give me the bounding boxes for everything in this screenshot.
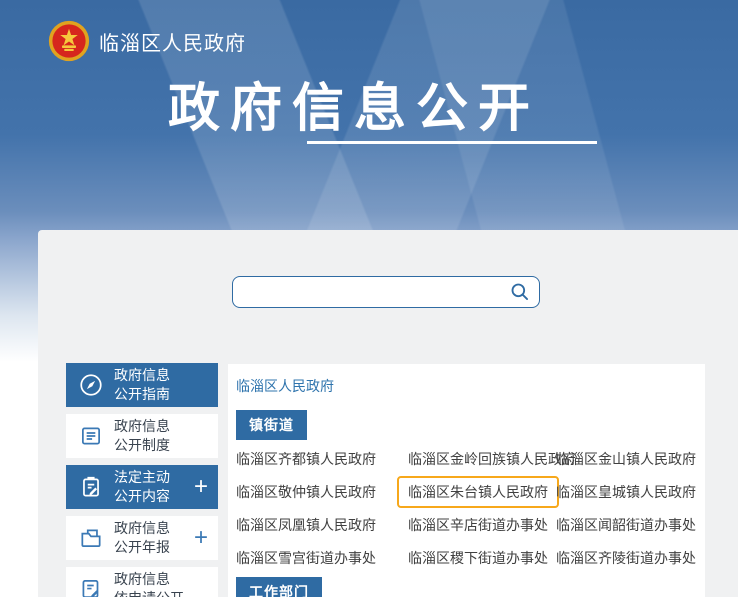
section-title-badge: 工作部门 xyxy=(236,577,322,597)
link-label: 临淄区凤凰镇人民政府 xyxy=(236,515,376,535)
main-panel: 临淄区人民政府 镇街道临淄区齐都镇人民政府 临淄区金岭回族镇人民政府临淄区金山镇人… xyxy=(228,364,705,597)
org-link-item[interactable]: 临淄区闻韶街道办事处 xyxy=(556,508,705,541)
sidebar-item-label: 政府信息公开制度 xyxy=(114,417,170,455)
search-button[interactable] xyxy=(501,277,539,307)
link-label: 临淄区稷下街道办事处 xyxy=(408,548,548,568)
sidebar-item-法定主动公开内容[interactable]: 法定主动公开内容 + xyxy=(66,465,218,509)
sidebar: 政府信息公开指南政府信息公开制度法定主动公开内容+政府信息公开年报+政府信息依申… xyxy=(66,363,218,597)
link-label: 临淄区金岭回族镇人民政府 xyxy=(408,449,576,469)
sidebar-label-line1: 政府信息 xyxy=(114,570,184,589)
title-underline xyxy=(307,141,597,144)
sidebar-item-政府信息公开年报[interactable]: 政府信息公开年报 + xyxy=(66,516,218,560)
highlighted-link: 临淄区朱台镇人民政府 xyxy=(397,476,559,508)
sidebar-label-line2: 公开年报 xyxy=(114,538,170,557)
sidebar-item-政府信息依申请公开[interactable]: 政府信息依申请公开 xyxy=(66,567,218,597)
sidebar-label-line1: 法定主动 xyxy=(114,468,170,487)
org-link-item[interactable]: 临淄区凤凰镇人民政府 xyxy=(236,508,408,541)
site-name: 临淄区人民政府 xyxy=(99,27,246,56)
org-link-item[interactable]: 临淄区敬仲镇人民政府 xyxy=(236,475,408,508)
expand-plus-icon[interactable]: + xyxy=(190,526,208,550)
folder-icon xyxy=(78,525,104,551)
links-grid: 临淄区齐都镇人民政府 临淄区金岭回族镇人民政府临淄区金山镇人民政府临淄区敬仲镇人民… xyxy=(236,442,705,574)
org-link-item[interactable]: 临淄区雪宫街道办事处 xyxy=(236,541,408,574)
compass-icon xyxy=(78,372,104,398)
sidebar-label-line2: 公开内容 xyxy=(114,487,170,506)
sidebar-label-line2: 依申请公开 xyxy=(114,589,184,597)
link-label: 临淄区雪宫街道办事处 xyxy=(236,548,376,568)
site-brand[interactable]: 临淄区人民政府 xyxy=(48,20,246,62)
link-label: 临淄区闻韶街道办事处 xyxy=(556,515,696,535)
sidebar-item-label: 政府信息公开指南 xyxy=(114,366,170,404)
page: 临淄区人民政府 政府信息公开 政府信息公开指南政府信息公开制度法定主动公开内容+… xyxy=(0,0,738,597)
org-link-item[interactable]: 临淄区金山镇人民政府 xyxy=(556,442,705,475)
org-link[interactable]: 临淄区人民政府 xyxy=(236,376,334,396)
link-label: 临淄区皇城镇人民政府 xyxy=(556,482,696,502)
page-title: 政府信息公开 xyxy=(168,66,540,141)
link-label: 临淄区敬仲镇人民政府 xyxy=(236,482,376,502)
sidebar-label-line2: 公开指南 xyxy=(114,385,170,404)
document-list-icon xyxy=(78,423,104,449)
sidebar-item-label: 政府信息依申请公开 xyxy=(114,570,184,597)
link-label: 临淄区辛店街道办事处 xyxy=(408,515,548,535)
document-pen-icon xyxy=(78,576,104,597)
sidebar-item-label: 法定主动公开内容 xyxy=(114,468,170,506)
clipboard-pen-icon xyxy=(78,474,104,500)
org-link-item[interactable]: 临淄区皇城镇人民政府 xyxy=(556,475,705,508)
national-emblem-icon xyxy=(48,20,90,62)
sidebar-label-line1: 政府信息 xyxy=(114,366,170,385)
sections-container: 镇街道临淄区齐都镇人民政府 临淄区金岭回族镇人民政府临淄区金山镇人民政府临淄区敬仲… xyxy=(236,396,705,597)
link-label: 临淄区金山镇人民政府 xyxy=(556,449,696,469)
search-box xyxy=(232,276,540,308)
sidebar-item-label: 政府信息公开年报 xyxy=(114,519,170,557)
sidebar-label-line1: 政府信息 xyxy=(114,417,170,436)
org-link-item[interactable]: 临淄区齐陵街道办事处 xyxy=(556,541,705,574)
org-link-item[interactable]: 临淄区辛店街道办事处 xyxy=(408,508,556,541)
search-icon xyxy=(510,282,530,302)
search-input[interactable] xyxy=(233,277,501,307)
sidebar-label-line2: 公开制度 xyxy=(114,436,170,455)
sidebar-label-line1: 政府信息 xyxy=(114,519,170,538)
expand-plus-icon[interactable]: + xyxy=(190,475,208,499)
org-link-item[interactable]: 临淄区稷下街道办事处 xyxy=(408,541,556,574)
link-label: 临淄区齐陵街道办事处 xyxy=(556,548,696,568)
sidebar-item-政府信息公开指南[interactable]: 政府信息公开指南 xyxy=(66,363,218,407)
org-link-item[interactable]: 临淄区朱台镇人民政府 xyxy=(408,475,556,508)
org-link-item[interactable]: 临淄区齐都镇人民政府 xyxy=(236,442,408,475)
section-title-badge: 镇街道 xyxy=(236,410,307,440)
link-label: 临淄区齐都镇人民政府 xyxy=(236,449,376,469)
sidebar-item-政府信息公开制度[interactable]: 政府信息公开制度 xyxy=(66,414,218,458)
org-link-item[interactable]: 临淄区金岭回族镇人民政府 xyxy=(408,442,556,475)
